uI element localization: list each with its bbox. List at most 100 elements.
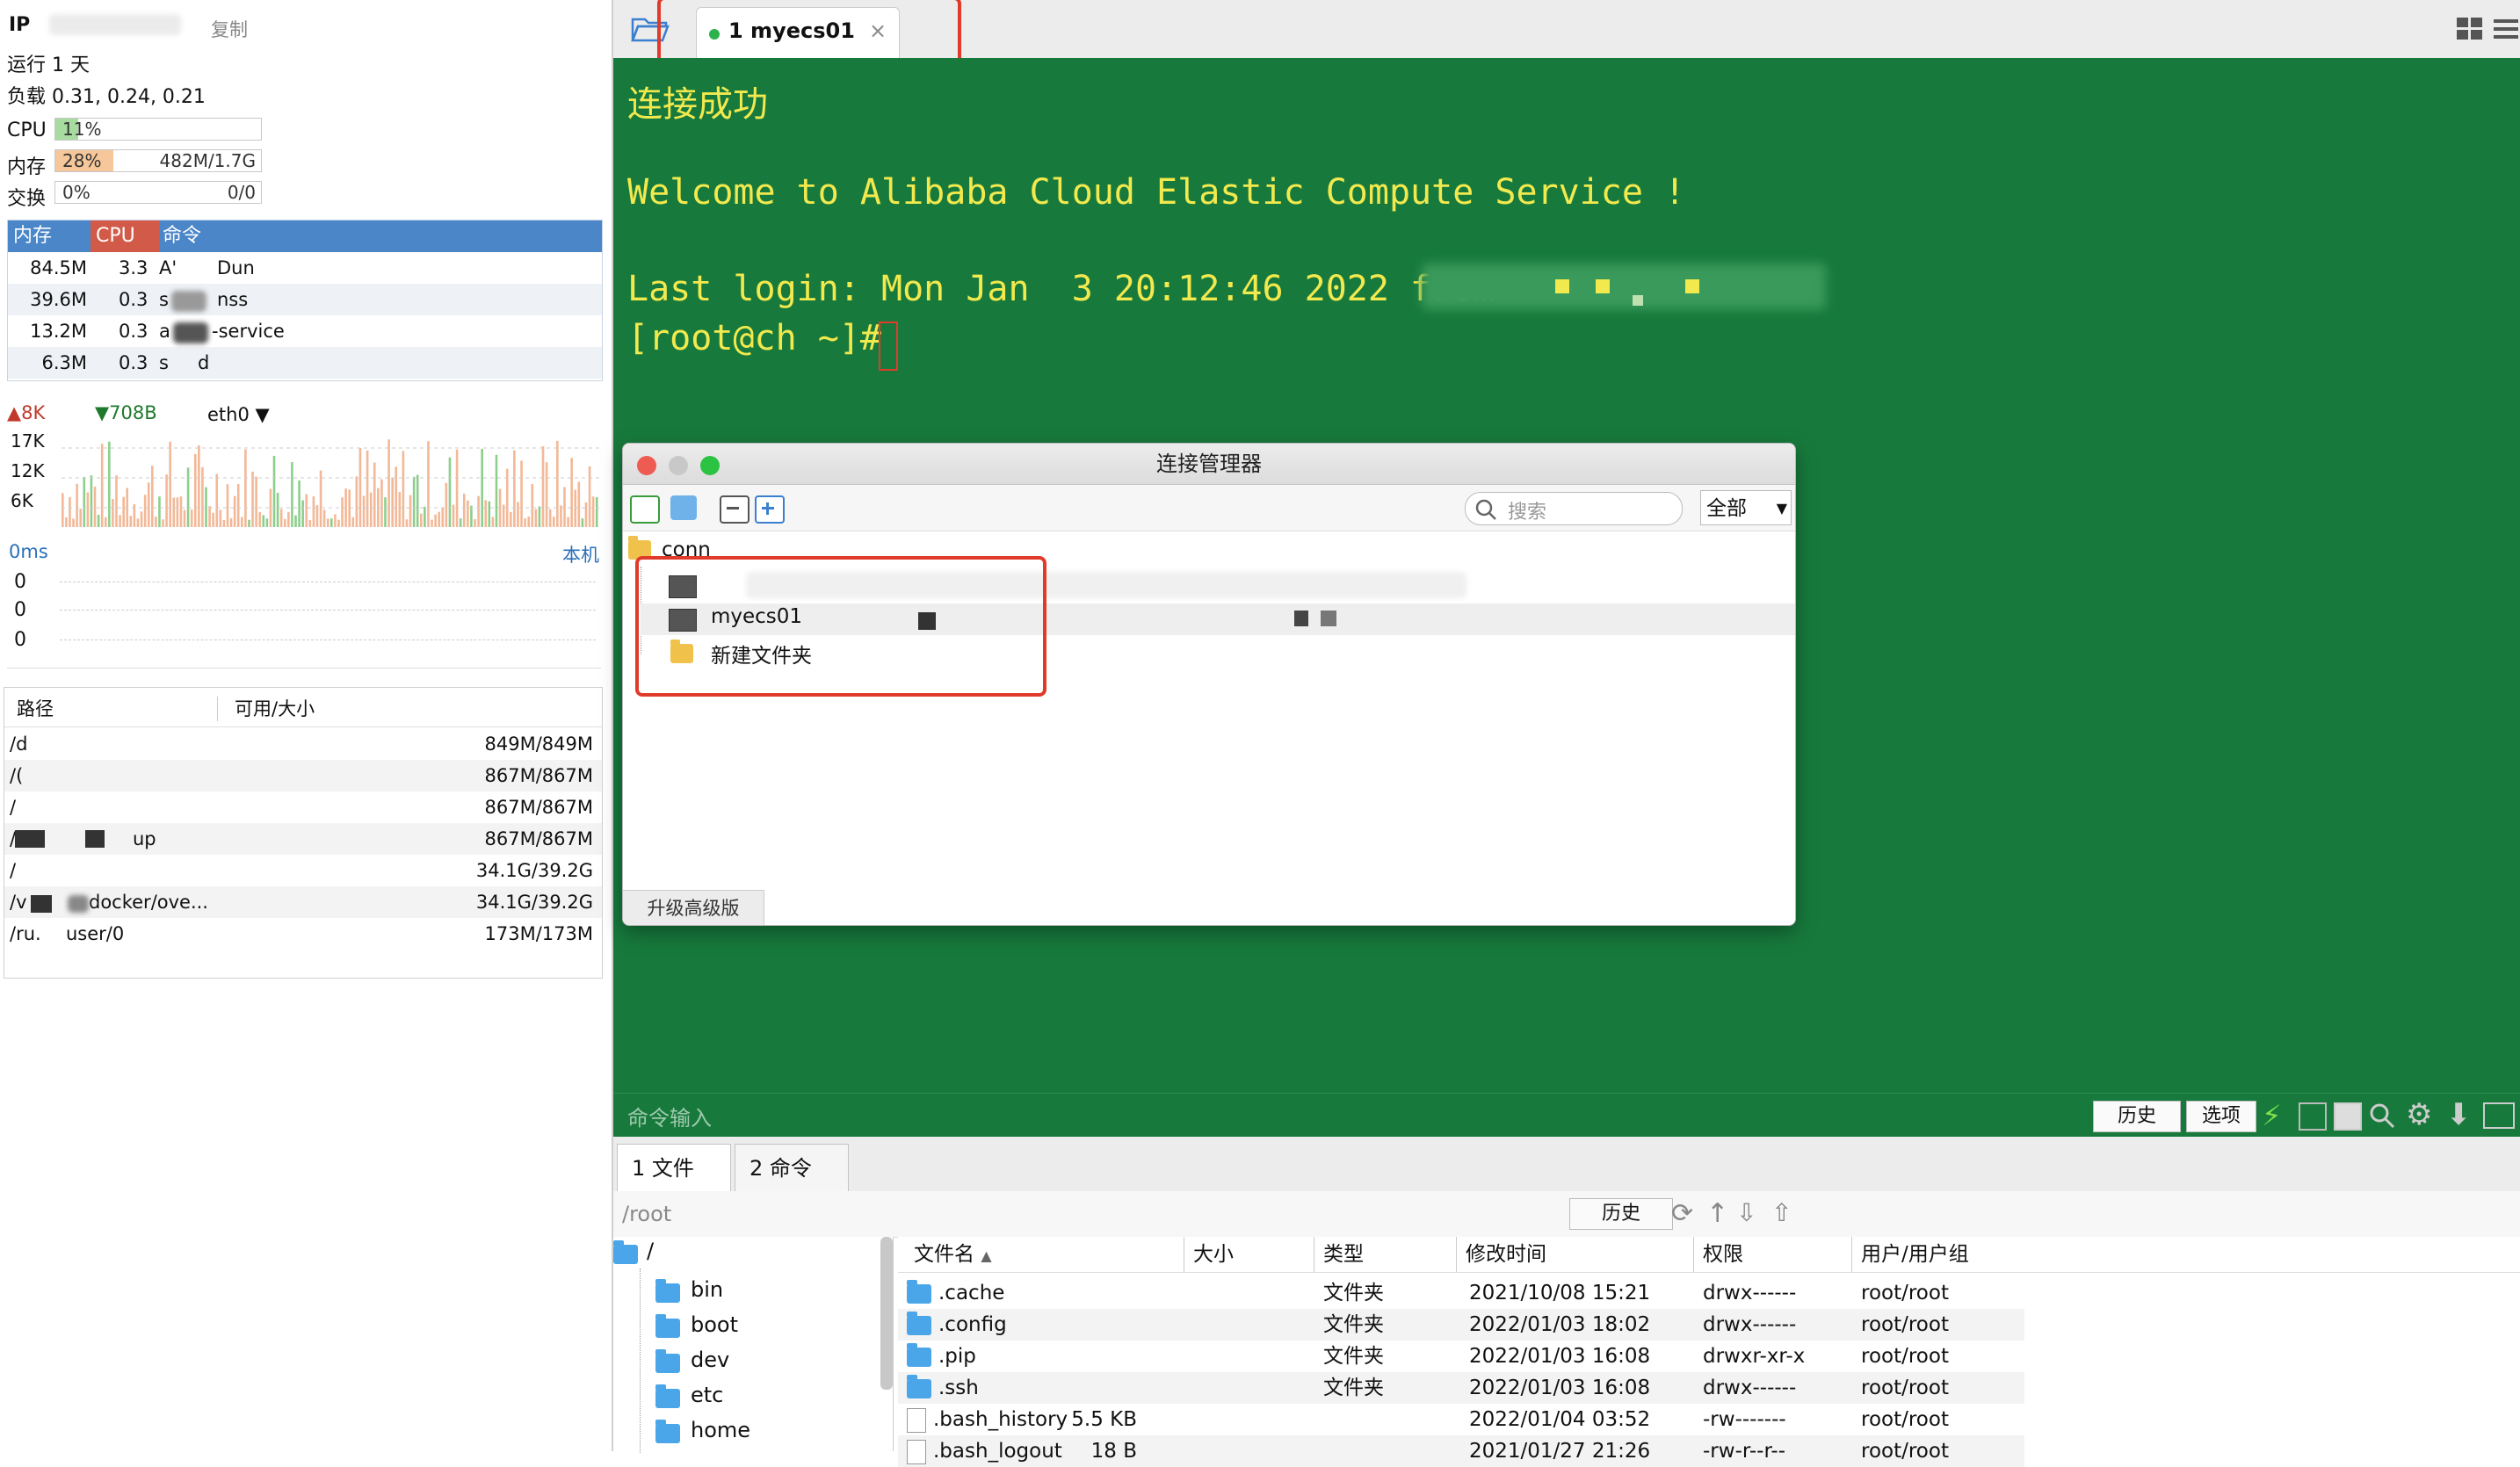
file-mtime: 2022/01/03 16:08 (1469, 1377, 1651, 1399)
traffic-bar (86, 492, 90, 527)
download-rate: ▼708B (95, 402, 157, 423)
traffic-bar (438, 511, 440, 527)
process-header-cmd[interactable]: 命令 (157, 220, 338, 252)
traffic-bar (369, 492, 373, 527)
find-icon[interactable] (2369, 1102, 2395, 1129)
traffic-bar (208, 506, 211, 527)
tree-item-dev[interactable]: dev (655, 1348, 729, 1373)
copy-icon[interactable] (2299, 1102, 2327, 1131)
disk-row[interactable]: /d 849M/849M (4, 728, 602, 760)
command-input-bar[interactable]: 命令输入 历史 选项 ⚡ ⚙ ⬇ (613, 1093, 2520, 1138)
folder-icon (907, 1279, 931, 1304)
tree-item-bin[interactable]: bin (655, 1277, 723, 1303)
traffic-bar (424, 506, 426, 527)
minimize-window-button[interactable] (669, 456, 688, 475)
tab-commands[interactable]: 2 命令 (735, 1144, 849, 1191)
paste-icon[interactable] (2334, 1102, 2362, 1131)
file-mtime: 2022/01/04 03:52 (1469, 1408, 1651, 1431)
download-icon[interactable]: ⇩ (1736, 1198, 1756, 1227)
lightning-icon[interactable]: ⚡ (2262, 1099, 2281, 1132)
file-row[interactable]: .bash_history 5.5 KB 2022/01/04 03:52 -rw--… (898, 1404, 2024, 1435)
connection-search-input[interactable]: 搜索 (1465, 492, 1683, 525)
column-size[interactable]: 大小 (1184, 1237, 1314, 1272)
process-row[interactable]: 84.5M 3.3 A' Dun (8, 252, 602, 284)
process-row[interactable]: 13.2M 0.3 a -service (8, 315, 602, 347)
disk-row[interactable]: /(867M/867M (4, 760, 602, 791)
tree-item-etc[interactable]: etc (655, 1383, 723, 1408)
process-cmd-suffix: Dun (217, 257, 255, 278)
column-type[interactable]: 类型 (1314, 1237, 1457, 1272)
menu-line (2494, 19, 2518, 23)
traffic-bar (326, 518, 329, 527)
system-monitor-panel: IP 复制 运行 1 天 负载 0.31, 0.24, 0.21 CPU 11%… (0, 0, 613, 1451)
disk-size: 867M/867M (484, 765, 593, 786)
tree-item-boot[interactable]: boot (655, 1312, 738, 1338)
options-button[interactable]: 选项 (2186, 1101, 2256, 1132)
grid-view-icon[interactable] (2457, 18, 2483, 40)
traffic-bar (337, 519, 340, 527)
grid-cell (2471, 30, 2482, 40)
window-icon[interactable] (2483, 1102, 2515, 1129)
column-name[interactable]: 文件名 ▲ (905, 1237, 1184, 1272)
traffic-bar (205, 487, 207, 527)
copy-ip-button[interactable]: 复制 (211, 16, 248, 42)
current-path-input[interactable]: /root (622, 1202, 671, 1226)
process-header-cpu[interactable]: CPU (91, 220, 159, 252)
file-row[interactable]: .config 文件夹 2022/01/03 18:02 drwx------ root… (898, 1309, 2024, 1341)
upload-icon[interactable]: ⇧ (1771, 1198, 1792, 1227)
traffic-bar (567, 517, 569, 527)
folder-icon (655, 1419, 680, 1443)
new-folder-icon[interactable] (670, 495, 697, 520)
process-row[interactable]: 39.6M 0.3 s nss (8, 284, 602, 315)
path-history-button[interactable]: 历史 (1569, 1198, 1673, 1230)
upgrade-button[interactable]: 升级高级版 (623, 890, 764, 925)
history-button[interactable]: 历史 (2093, 1101, 2181, 1132)
traffic-bar (527, 517, 530, 527)
expand-all-icon[interactable] (755, 495, 785, 524)
tree-root[interactable]: / (613, 1239, 654, 1264)
new-connection-icon[interactable] (630, 495, 660, 524)
file-name-cell: .bash_logout (907, 1435, 1062, 1467)
settings-gear-icon[interactable]: ⚙ (2406, 1097, 2432, 1132)
traffic-bar (584, 502, 588, 527)
terminal-line: Last login: Mon Jan 3 20:12:46 2022 from (627, 269, 1495, 309)
disk-row[interactable]: / 34.1G/39.2G (4, 855, 602, 886)
traffic-bar (272, 455, 276, 527)
disk-size: 173M/173M (484, 923, 593, 944)
disk-row[interactable]: /v docker/ove... 34.1G/39.2G (4, 886, 602, 918)
folder-icon (907, 1311, 931, 1335)
file-row[interactable]: .ssh 文件夹 2022/01/03 16:08 drwx------ root/ro… (898, 1372, 2024, 1404)
file-row[interactable]: .pip 文件夹 2022/01/03 16:08 drwxr-xr-x root/ro… (898, 1341, 2024, 1372)
filter-select[interactable]: 全部 ▼ (1700, 490, 1792, 525)
column-perm[interactable]: 权限 (1694, 1237, 1852, 1272)
parent-dir-icon[interactable]: ↑ (1706, 1198, 1728, 1229)
process-header-mem[interactable]: 内存 (8, 220, 91, 252)
disk-row[interactable]: /ru. user/0 173M/173M (4, 918, 602, 950)
maximize-window-button[interactable] (700, 456, 720, 475)
disk-header-size[interactable]: 可用/大小 (235, 691, 315, 726)
menu-icon[interactable] (2494, 18, 2518, 40)
session-tab-bar: 1 myecs01 × (613, 0, 2520, 79)
column-mtime[interactable]: 修改时间 (1457, 1237, 1694, 1272)
tab-files[interactable]: 1 文件 (617, 1144, 731, 1191)
folder-icon (655, 1278, 680, 1303)
mem-label: 内存 (7, 156, 47, 178)
latency-host[interactable]: 本机 (562, 541, 599, 567)
close-window-button[interactable] (637, 456, 656, 475)
refresh-icon[interactable]: ⟳ (1671, 1198, 1693, 1229)
column-owner[interactable]: 用户/用户组 (1852, 1237, 2520, 1272)
column-type-label: 类型 (1323, 1243, 1364, 1266)
file-row[interactable]: .cache 文件夹 2021/10/08 15:21 drwx------ root/… (898, 1277, 2024, 1309)
command-input-placeholder: 命令输入 (627, 1106, 712, 1131)
interface-select[interactable]: eth0 ▼ (207, 404, 270, 425)
process-row[interactable]: 6.3M 0.3 s d (8, 347, 602, 379)
download-arrow-icon[interactable]: ⬇ (2446, 1097, 2472, 1132)
disk-path: /d (10, 734, 28, 755)
tree-scrollbar[interactable] (880, 1237, 893, 1390)
disk-header-path[interactable]: 路径 (17, 691, 54, 726)
file-name: .bash_history (933, 1408, 1068, 1431)
disk-row[interactable]: / 867M/867M (4, 791, 602, 823)
tree-item-home[interactable]: home (655, 1418, 750, 1443)
file-row[interactable]: .bash_logout 18 B 2021/01/27 21:26 -rw-r--r… (898, 1435, 2024, 1467)
collapse-all-icon[interactable] (720, 495, 749, 524)
